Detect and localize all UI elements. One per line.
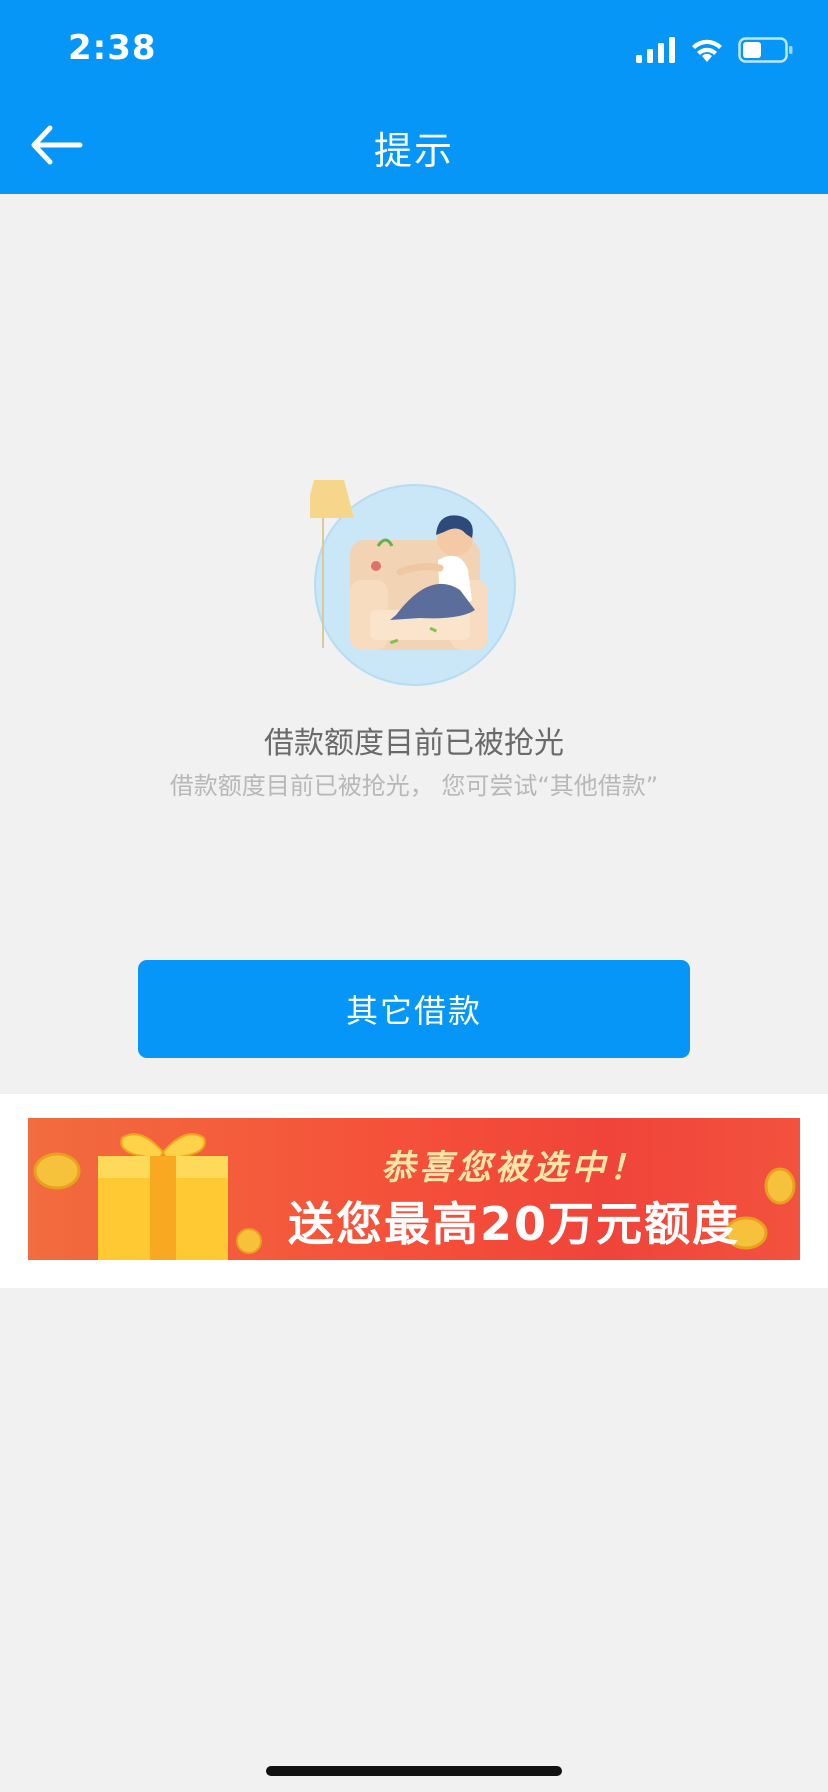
status-bar: 2:38 — [0, 0, 828, 96]
other-loans-button[interactable]: 其它借款 — [138, 960, 690, 1058]
coin-icon — [33, 1152, 81, 1190]
promo-section: 恭喜您被选中！ 送您最高20万元额度 — [0, 1094, 828, 1288]
wifi-icon — [692, 39, 722, 62]
empty-state-illustration — [310, 480, 516, 686]
empty-state-headline: 借款额度目前已被抢光 — [264, 726, 564, 761]
banner-offer-text: 送您最高20万元额度 — [287, 1197, 740, 1251]
status-icons — [636, 34, 794, 66]
status-time: 2:38 — [68, 28, 157, 68]
nav-bar: 提示 — [0, 96, 828, 194]
battery-icon — [738, 37, 793, 63]
page-title: 提示 — [373, 129, 454, 173]
gift-box-icon — [98, 1133, 228, 1260]
banner-headline: 恭喜您被选中！ — [381, 1148, 647, 1188]
signal-icon — [636, 37, 675, 63]
promo-banner[interactable]: 恭喜您被选中！ 送您最高20万元额度 — [28, 1118, 800, 1260]
home-indicator — [266, 1766, 562, 1776]
empty-state-subtext: 借款额度目前已被抢光， 您可尝试“其他借款” — [169, 772, 659, 800]
